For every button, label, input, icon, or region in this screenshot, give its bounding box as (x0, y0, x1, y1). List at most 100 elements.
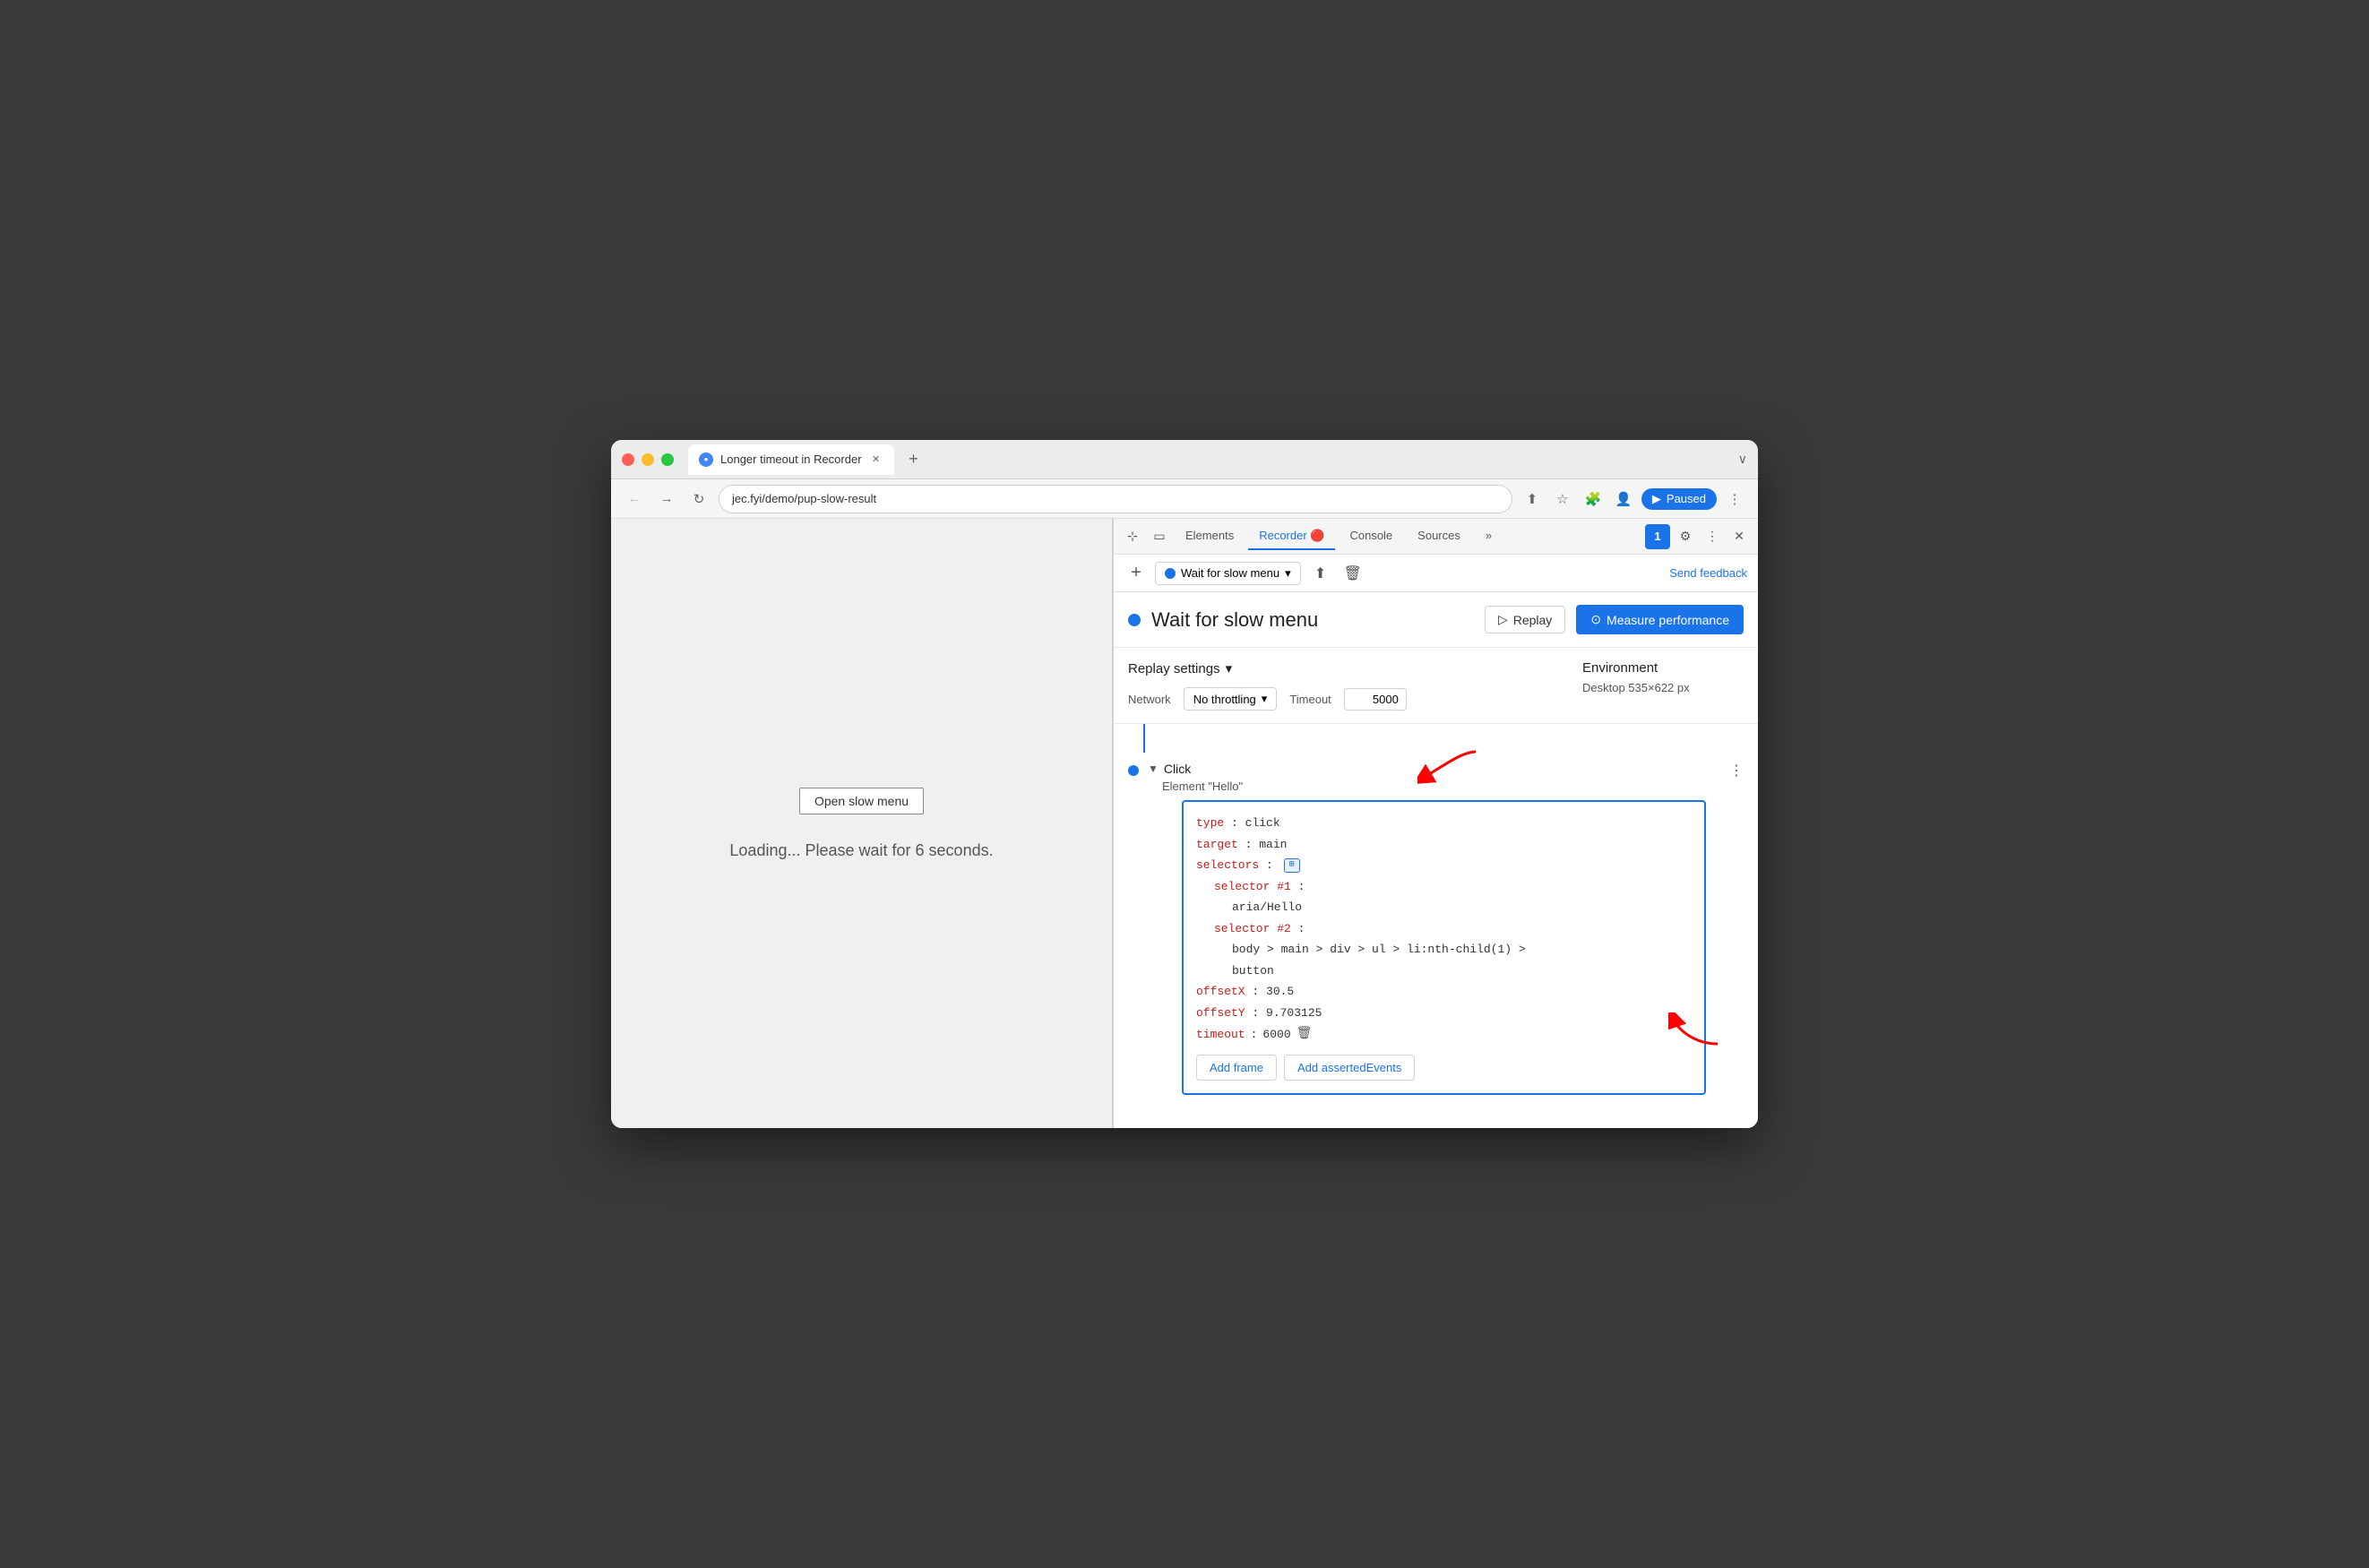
environment-title: Environment (1582, 660, 1744, 676)
timeout-input[interactable] (1344, 688, 1407, 711)
tab-console[interactable]: Console (1339, 523, 1403, 549)
play-icon: ▷ (1498, 612, 1508, 627)
network-label: Network (1128, 693, 1171, 706)
device-icon[interactable]: ▭ (1148, 525, 1171, 548)
paused-badge[interactable]: ▶ Paused (1641, 488, 1717, 510)
open-slow-menu-button[interactable]: Open slow menu (799, 788, 924, 814)
selector-type-icon: ⊞ (1284, 858, 1300, 873)
tab-title: Longer timeout in Recorder (720, 452, 862, 466)
traffic-lights (622, 453, 674, 466)
nav-bar: ← → ↻ jec.fyi/demo/pup-slow-result ⬆ ☆ 🧩… (611, 479, 1758, 519)
add-recording-button[interactable]: + (1124, 562, 1148, 585)
step-description: Element "Hello" (1162, 780, 1720, 793)
tab-close-button[interactable]: ✕ (869, 452, 883, 467)
step-dot (1128, 765, 1139, 776)
recording-select[interactable]: Wait for slow menu ▾ (1155, 562, 1301, 585)
code-selector2-line: selector #2 : (1214, 920, 1692, 938)
export-icon[interactable]: ⬆ (1308, 561, 1333, 586)
forward-button[interactable]: → (654, 487, 679, 512)
settings-right: Environment Desktop 535×622 px (1582, 660, 1744, 694)
code-type-line: type : click (1196, 814, 1692, 832)
settings-row: Network No throttling ▾ Timeout (1128, 687, 1546, 711)
loading-text: Loading... Please wait for 6 seconds. (729, 841, 993, 860)
recording-indicator (1128, 614, 1141, 626)
code-buttons: Add frame Add assertedEvents (1196, 1055, 1692, 1081)
close-traffic-light[interactable] (622, 453, 634, 466)
devtools-tabs: ⊹ ▭ Elements Recorder 🔴 Console Sources … (1114, 519, 1758, 555)
replay-button[interactable]: ▷ Replay (1485, 606, 1565, 633)
step-type: Click (1164, 762, 1191, 776)
settings-section: Replay settings ▾ Network No throttling … (1114, 648, 1758, 724)
recording-indicator-icon (1165, 568, 1176, 579)
send-feedback-link[interactable]: Send feedback (1669, 566, 1747, 580)
address-bar[interactable]: jec.fyi/demo/pup-slow-result (719, 485, 1512, 513)
page-content: Open slow menu Loading... Please wait fo… (611, 519, 1113, 1128)
code-selector1-val: aria/Hello (1232, 899, 1692, 917)
step-header: ▼ Click (1148, 762, 1720, 776)
code-target-line: target : main (1196, 836, 1692, 854)
chevron-down-icon: ▾ (1226, 660, 1233, 676)
code-offsety-line: offsetY : 9.703125 (1196, 1004, 1692, 1022)
browser-tab[interactable]: ● Longer timeout in Recorder ✕ (688, 444, 894, 475)
browser-window: ● Longer timeout in Recorder ✕ + ∨ ← → ↻… (611, 440, 1758, 1128)
recording-name: Wait for slow menu (1181, 566, 1279, 580)
refresh-button[interactable]: ↻ (686, 487, 711, 512)
code-selector2-val1: body > main > div > ul > li:nth-child(1)… (1232, 941, 1692, 959)
settings-icon[interactable]: ⚙ (1674, 525, 1697, 548)
back-button[interactable]: ← (622, 487, 647, 512)
chevron-down-icon: ▾ (1285, 566, 1291, 581)
more-options-icon[interactable]: ⋮ (1701, 525, 1724, 548)
tab-elements[interactable]: Elements (1175, 523, 1245, 549)
code-selector1-line: selector #1 : (1214, 878, 1692, 896)
close-devtools-icon[interactable]: ✕ (1727, 525, 1751, 548)
timeout-label: Timeout (1289, 693, 1331, 706)
tab-recorder[interactable]: Recorder 🔴 (1248, 523, 1335, 550)
timeout-delete-icon[interactable]: 🗑 (1296, 1025, 1313, 1044)
recording-header: Wait for slow menu ▷ Replay ⊙ Measure pe… (1114, 592, 1758, 648)
url-text: jec.fyi/demo/pup-slow-result (732, 492, 876, 505)
add-asserted-events-button[interactable]: Add assertedEvents (1284, 1055, 1415, 1081)
chat-badge[interactable]: 1 (1645, 524, 1670, 549)
extensions-icon[interactable]: 🧩 (1581, 487, 1606, 512)
devtools-panel: ⊹ ▭ Elements Recorder 🔴 Console Sources … (1113, 519, 1758, 1128)
main-content: Open slow menu Loading... Please wait fo… (611, 519, 1758, 1128)
recorder-toolbar: + Wait for slow menu ▾ ⬆ 🗑 Send feedback (1114, 555, 1758, 592)
measure-performance-button[interactable]: ⊙ Measure performance (1576, 605, 1744, 634)
tab-bar: ● Longer timeout in Recorder ✕ + (688, 444, 1747, 475)
environment-value: Desktop 535×622 px (1582, 681, 1744, 694)
code-timeout-line: timeout : 6000 🗑 (1196, 1025, 1692, 1044)
tab-favicon: ● (699, 452, 713, 467)
maximize-traffic-light[interactable] (661, 453, 674, 466)
red-arrow-2-icon (1668, 1012, 1722, 1048)
recorder-main: Wait for slow menu ▷ Replay ⊙ Measure pe… (1114, 592, 1758, 1128)
menu-icon[interactable]: ⋮ (1722, 487, 1747, 512)
cursor-icon[interactable]: ⊹ (1121, 525, 1144, 548)
nav-right-icons: ⬆ ☆ 🧩 👤 ▶ Paused ⋮ (1520, 487, 1747, 512)
devtools-tab-icons: ⊹ ▭ (1121, 525, 1171, 548)
code-selectors-line: selectors : ⊞ (1196, 857, 1692, 874)
settings-title: Replay settings ▾ (1128, 660, 1546, 676)
tab-sources[interactable]: Sources (1407, 523, 1471, 549)
share-icon[interactable]: ⬆ (1520, 487, 1545, 512)
bookmark-icon[interactable]: ☆ (1550, 487, 1575, 512)
settings-left: Replay settings ▾ Network No throttling … (1128, 660, 1546, 711)
step-collapse-icon[interactable]: ▼ (1148, 762, 1159, 775)
steps-section: ▼ Click Element "Hello" type : clic (1114, 724, 1758, 1125)
step-content: ▼ Click Element "Hello" type : clic (1148, 762, 1720, 1102)
add-frame-button[interactable]: Add frame (1196, 1055, 1277, 1081)
code-selector2-val2: button (1232, 962, 1692, 980)
title-bar: ● Longer timeout in Recorder ✕ + ∨ (611, 440, 1758, 479)
code-box: type : click target : main (1182, 800, 1706, 1095)
new-tab-button[interactable]: + (901, 447, 926, 472)
code-offsetx-line: offsetX : 30.5 (1196, 983, 1692, 1001)
recording-title: Wait for slow menu (1151, 608, 1474, 632)
step-more-options[interactable]: ⋮ (1729, 762, 1744, 780)
network-throttling-select[interactable]: No throttling ▾ (1184, 687, 1278, 711)
user-icon[interactable]: 👤 (1611, 487, 1636, 512)
delete-icon[interactable]: 🗑 (1340, 561, 1365, 586)
title-bar-controls: ∨ (1738, 452, 1747, 467)
tab-more[interactable]: » (1475, 523, 1503, 549)
minimize-traffic-light[interactable] (642, 453, 654, 466)
chevron-down-icon[interactable]: ∨ (1738, 452, 1747, 467)
dropdown-chevron-icon: ▾ (1262, 692, 1268, 706)
